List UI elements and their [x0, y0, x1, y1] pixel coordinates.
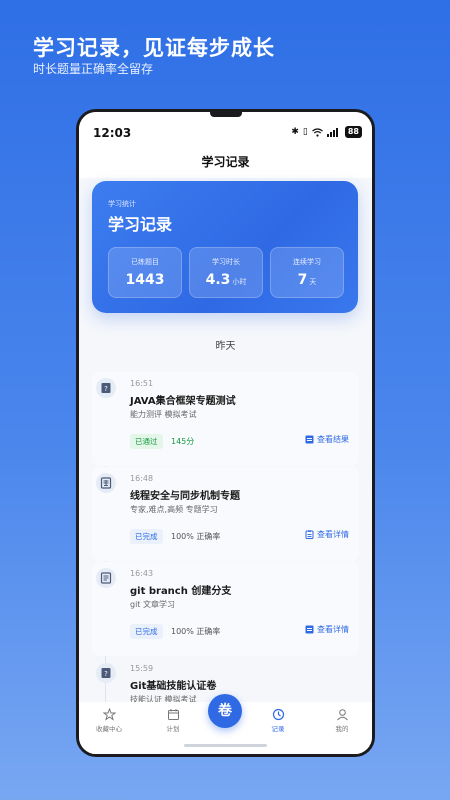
- tab-records[interactable]: 记录: [253, 708, 303, 733]
- status-badge: 已完成: [130, 624, 163, 639]
- stat-unit: 天: [309, 278, 317, 286]
- battery-icon: 88: [344, 126, 362, 138]
- tab-label: 记录: [271, 725, 285, 733]
- book-icon: [96, 473, 116, 493]
- status-time: 12:03: [93, 126, 132, 140]
- star-icon: [102, 708, 116, 721]
- entry-tags: git 文章学习: [130, 600, 175, 609]
- entry-title: Git基础技能认证卷: [130, 681, 217, 692]
- wifi-icon: [311, 127, 323, 137]
- stat-duration: 学习时长 4.3 小时: [189, 247, 263, 298]
- stat-label: 已练题目: [131, 258, 159, 266]
- entry-time: 16:43: [130, 569, 154, 578]
- exam-fab-button[interactable]: 卷: [208, 694, 242, 728]
- stat-unit: 小时: [232, 278, 247, 286]
- stat-value: 4.3 小时: [205, 272, 247, 288]
- promo-subtitle: 时长题量正确率全留存: [33, 62, 154, 76]
- page-title: 学习记录: [79, 150, 372, 178]
- card-title: 学习记录: [108, 215, 173, 234]
- entry-tags: 专家,难点,高频 专题学习: [130, 505, 218, 514]
- signal-icon: [326, 127, 338, 137]
- view-result-button[interactable]: 查看结果: [305, 434, 349, 445]
- entry-title: git branch 创建分支: [130, 586, 232, 597]
- user-icon: [336, 709, 348, 721]
- stat-value: 1443: [125, 272, 165, 288]
- report-icon: [305, 625, 314, 634]
- record-entry[interactable]: 16:48 线程安全与同步机制专题 专家,难点,高频 专题学习 已完成 100%…: [92, 467, 359, 563]
- stats-card: 学习统计 学习记录 已练题目 1443 学习时长 4.3 小时 连续学习 7天: [92, 181, 358, 313]
- calendar-icon: [167, 709, 179, 720]
- home-indicator: [184, 744, 267, 747]
- entry-title: JAVA集合框架专题测试: [130, 396, 236, 407]
- action-label: 查看结果: [317, 435, 349, 444]
- promo-title: 学习记录，见证每步成长: [33, 36, 275, 60]
- view-details-button[interactable]: 查看详情: [305, 529, 349, 540]
- document-icon: [96, 568, 116, 588]
- tab-favorites[interactable]: 收藏中心: [84, 708, 134, 733]
- clipboard-icon: [305, 530, 314, 539]
- entry-title: 线程安全与同步机制专题: [130, 491, 240, 502]
- question-icon: ?: [96, 663, 116, 683]
- entry-tags: 能力测评 模拟考试: [130, 410, 197, 419]
- tab-plan[interactable]: 计划: [148, 708, 198, 733]
- stat-questions: 已练题目 1443: [108, 247, 182, 298]
- clock-icon: [272, 708, 284, 721]
- bluetooth-icon: ✱: [291, 127, 299, 137]
- status-badge: 已完成: [130, 529, 163, 544]
- svg-text:?: ?: [104, 385, 108, 393]
- status-icons: ✱ ▯ 88: [291, 126, 362, 138]
- stat-label: 连续学习: [293, 258, 321, 266]
- entry-time: 15:59: [130, 664, 154, 673]
- notch: [210, 112, 242, 117]
- action-label: 查看详情: [317, 530, 349, 539]
- question-icon: ?: [96, 378, 116, 398]
- tab-label: 收藏中心: [96, 725, 122, 733]
- date-header: 昨天: [215, 341, 236, 352]
- stat-label: 学习时长: [212, 258, 240, 266]
- entry-accuracy: 100% 正确率: [171, 627, 221, 636]
- entry-score: 145分: [171, 437, 195, 446]
- action-label: 查看详情: [317, 625, 349, 634]
- svg-text:?: ?: [104, 670, 108, 678]
- view-details-button[interactable]: 查看详情: [305, 624, 349, 635]
- vibrate-icon: ▯: [302, 127, 308, 137]
- phone-screen: 12:03 ✱ ▯ 88 学习记录 学习统计 学习记录 已练题目 1443 学习…: [79, 112, 372, 754]
- card-eyebrow: 学习统计: [108, 200, 136, 208]
- tab-profile[interactable]: 我的: [317, 708, 367, 733]
- record-entry[interactable]: 16:43 git branch 创建分支 git 文章学习 已完成 100% …: [92, 562, 359, 658]
- stat-streak: 连续学习 7天: [270, 247, 344, 298]
- entry-time: 16:51: [130, 379, 154, 388]
- tab-label: 我的: [335, 725, 349, 733]
- entry-accuracy: 100% 正确率: [171, 532, 221, 541]
- status-badge: 已通过: [130, 434, 163, 449]
- report-icon: [305, 435, 314, 444]
- record-entry[interactable]: ? 16:51 JAVA集合框架专题测试 能力测评 模拟考试 已通过 145分 …: [92, 372, 359, 468]
- tab-label: 计划: [166, 725, 180, 733]
- phone-frame: 12:03 ✱ ▯ 88 学习记录 学习统计 学习记录 已练题目 1443 学习…: [76, 109, 375, 757]
- status-bar: 12:03 ✱ ▯ 88: [79, 112, 372, 150]
- stat-value: 7天: [297, 272, 317, 288]
- entry-time: 16:48: [130, 474, 154, 483]
